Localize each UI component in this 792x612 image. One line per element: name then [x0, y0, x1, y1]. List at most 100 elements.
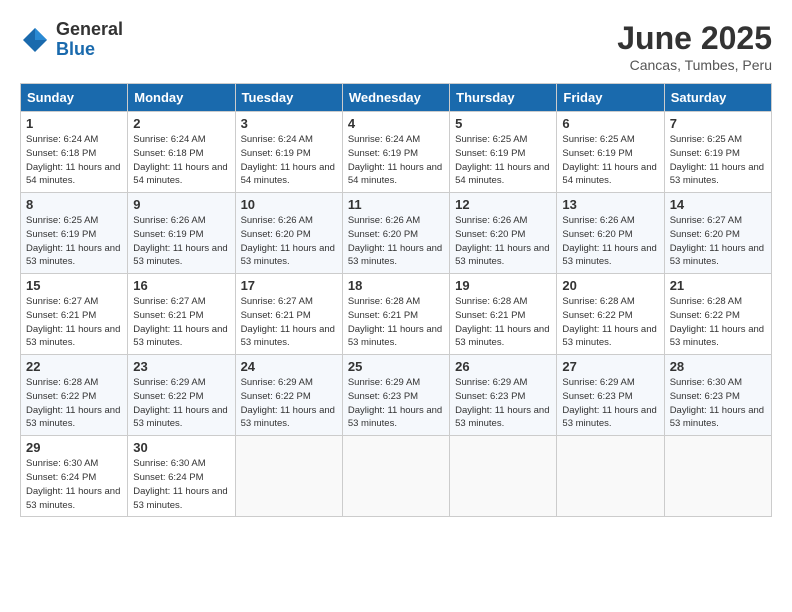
- title-area: June 2025 Cancas, Tumbes, Peru: [617, 20, 772, 73]
- sunset-label: Sunset: 6:22 PM: [670, 310, 740, 321]
- table-row: [557, 436, 664, 517]
- table-row: 22 Sunrise: 6:28 AM Sunset: 6:22 PM Dayl…: [21, 355, 128, 436]
- day-info: Sunrise: 6:29 AM Sunset: 6:23 PM Dayligh…: [562, 376, 658, 431]
- sunrise-label: Sunrise: 6:29 AM: [455, 377, 527, 388]
- sunset-label: Sunset: 6:19 PM: [241, 148, 311, 159]
- day-number: 15: [26, 278, 122, 293]
- calendar-table: Sunday Monday Tuesday Wednesday Thursday…: [20, 83, 772, 517]
- day-number: 12: [455, 197, 551, 212]
- day-info: Sunrise: 6:28 AM Sunset: 6:22 PM Dayligh…: [26, 376, 122, 431]
- daylight-label: Daylight: 11 hours and 54 minutes.: [241, 162, 335, 187]
- logo-general-text: General: [56, 20, 123, 40]
- day-number: 24: [241, 359, 337, 374]
- table-row: 12 Sunrise: 6:26 AM Sunset: 6:20 PM Dayl…: [450, 193, 557, 274]
- day-number: 1: [26, 116, 122, 131]
- day-number: 19: [455, 278, 551, 293]
- logo-text: General Blue: [56, 20, 123, 60]
- sunset-label: Sunset: 6:18 PM: [26, 148, 96, 159]
- day-number: 10: [241, 197, 337, 212]
- day-number: 29: [26, 440, 122, 455]
- sunset-label: Sunset: 6:19 PM: [562, 148, 632, 159]
- table-row: 14 Sunrise: 6:27 AM Sunset: 6:20 PM Dayl…: [664, 193, 771, 274]
- table-row: 28 Sunrise: 6:30 AM Sunset: 6:23 PM Dayl…: [664, 355, 771, 436]
- day-info: Sunrise: 6:29 AM Sunset: 6:23 PM Dayligh…: [455, 376, 551, 431]
- day-info: Sunrise: 6:25 AM Sunset: 6:19 PM Dayligh…: [670, 133, 766, 188]
- col-saturday: Saturday: [664, 84, 771, 112]
- sunset-label: Sunset: 6:19 PM: [348, 148, 418, 159]
- table-row: 20 Sunrise: 6:28 AM Sunset: 6:22 PM Dayl…: [557, 274, 664, 355]
- sunrise-label: Sunrise: 6:24 AM: [133, 134, 205, 145]
- sunrise-label: Sunrise: 6:24 AM: [348, 134, 420, 145]
- sunset-label: Sunset: 6:23 PM: [348, 391, 418, 402]
- day-info: Sunrise: 6:24 AM Sunset: 6:18 PM Dayligh…: [26, 133, 122, 188]
- day-info: Sunrise: 6:26 AM Sunset: 6:20 PM Dayligh…: [241, 214, 337, 269]
- day-info: Sunrise: 6:30 AM Sunset: 6:23 PM Dayligh…: [670, 376, 766, 431]
- table-row: 29 Sunrise: 6:30 AM Sunset: 6:24 PM Dayl…: [21, 436, 128, 517]
- calendar-subtitle: Cancas, Tumbes, Peru: [617, 57, 772, 73]
- calendar-week-row: 15 Sunrise: 6:27 AM Sunset: 6:21 PM Dayl…: [21, 274, 772, 355]
- table-row: 7 Sunrise: 6:25 AM Sunset: 6:19 PM Dayli…: [664, 112, 771, 193]
- day-number: 26: [455, 359, 551, 374]
- table-row: 24 Sunrise: 6:29 AM Sunset: 6:22 PM Dayl…: [235, 355, 342, 436]
- table-row: 6 Sunrise: 6:25 AM Sunset: 6:19 PM Dayli…: [557, 112, 664, 193]
- sunrise-label: Sunrise: 6:26 AM: [348, 215, 420, 226]
- calendar-week-row: 8 Sunrise: 6:25 AM Sunset: 6:19 PM Dayli…: [21, 193, 772, 274]
- table-row: 25 Sunrise: 6:29 AM Sunset: 6:23 PM Dayl…: [342, 355, 449, 436]
- table-row: 10 Sunrise: 6:26 AM Sunset: 6:20 PM Dayl…: [235, 193, 342, 274]
- table-row: 30 Sunrise: 6:30 AM Sunset: 6:24 PM Dayl…: [128, 436, 235, 517]
- sunset-label: Sunset: 6:18 PM: [133, 148, 203, 159]
- day-info: Sunrise: 6:26 AM Sunset: 6:20 PM Dayligh…: [348, 214, 444, 269]
- day-number: 17: [241, 278, 337, 293]
- table-row: 8 Sunrise: 6:25 AM Sunset: 6:19 PM Dayli…: [21, 193, 128, 274]
- sunset-label: Sunset: 6:20 PM: [348, 229, 418, 240]
- day-number: 27: [562, 359, 658, 374]
- day-number: 28: [670, 359, 766, 374]
- daylight-label: Daylight: 11 hours and 53 minutes.: [241, 324, 335, 349]
- table-row: 5 Sunrise: 6:25 AM Sunset: 6:19 PM Dayli…: [450, 112, 557, 193]
- daylight-label: Daylight: 11 hours and 53 minutes.: [26, 405, 120, 430]
- sunrise-label: Sunrise: 6:29 AM: [241, 377, 313, 388]
- day-number: 30: [133, 440, 229, 455]
- table-row: 17 Sunrise: 6:27 AM Sunset: 6:21 PM Dayl…: [235, 274, 342, 355]
- header: General Blue June 2025 Cancas, Tumbes, P…: [20, 20, 772, 73]
- day-info: Sunrise: 6:27 AM Sunset: 6:20 PM Dayligh…: [670, 214, 766, 269]
- sunset-label: Sunset: 6:19 PM: [26, 229, 96, 240]
- day-number: 5: [455, 116, 551, 131]
- day-info: Sunrise: 6:29 AM Sunset: 6:22 PM Dayligh…: [241, 376, 337, 431]
- table-row: [342, 436, 449, 517]
- daylight-label: Daylight: 11 hours and 53 minutes.: [241, 243, 335, 268]
- table-row: 19 Sunrise: 6:28 AM Sunset: 6:21 PM Dayl…: [450, 274, 557, 355]
- sunset-label: Sunset: 6:22 PM: [241, 391, 311, 402]
- sunrise-label: Sunrise: 6:25 AM: [562, 134, 634, 145]
- sunset-label: Sunset: 6:19 PM: [455, 148, 525, 159]
- sunrise-label: Sunrise: 6:26 AM: [562, 215, 634, 226]
- daylight-label: Daylight: 11 hours and 54 minutes.: [562, 162, 656, 187]
- day-number: 11: [348, 197, 444, 212]
- day-info: Sunrise: 6:28 AM Sunset: 6:22 PM Dayligh…: [562, 295, 658, 350]
- sunset-label: Sunset: 6:21 PM: [133, 310, 203, 321]
- daylight-label: Daylight: 11 hours and 53 minutes.: [670, 324, 764, 349]
- daylight-label: Daylight: 11 hours and 53 minutes.: [241, 405, 335, 430]
- day-info: Sunrise: 6:25 AM Sunset: 6:19 PM Dayligh…: [455, 133, 551, 188]
- table-row: 27 Sunrise: 6:29 AM Sunset: 6:23 PM Dayl…: [557, 355, 664, 436]
- sunrise-label: Sunrise: 6:29 AM: [348, 377, 420, 388]
- logo-icon: [20, 25, 50, 55]
- sunset-label: Sunset: 6:21 PM: [26, 310, 96, 321]
- sunset-label: Sunset: 6:21 PM: [241, 310, 311, 321]
- daylight-label: Daylight: 11 hours and 53 minutes.: [133, 486, 227, 511]
- day-info: Sunrise: 6:29 AM Sunset: 6:22 PM Dayligh…: [133, 376, 229, 431]
- calendar-header-row: Sunday Monday Tuesday Wednesday Thursday…: [21, 84, 772, 112]
- sunset-label: Sunset: 6:19 PM: [670, 148, 740, 159]
- daylight-label: Daylight: 11 hours and 53 minutes.: [133, 405, 227, 430]
- logo-blue-text: Blue: [56, 40, 123, 60]
- sunrise-label: Sunrise: 6:25 AM: [26, 215, 98, 226]
- day-number: 13: [562, 197, 658, 212]
- daylight-label: Daylight: 11 hours and 53 minutes.: [562, 243, 656, 268]
- day-info: Sunrise: 6:28 AM Sunset: 6:21 PM Dayligh…: [348, 295, 444, 350]
- sunrise-label: Sunrise: 6:24 AM: [241, 134, 313, 145]
- sunrise-label: Sunrise: 6:26 AM: [455, 215, 527, 226]
- sunrise-label: Sunrise: 6:27 AM: [670, 215, 742, 226]
- day-info: Sunrise: 6:28 AM Sunset: 6:22 PM Dayligh…: [670, 295, 766, 350]
- sunset-label: Sunset: 6:23 PM: [455, 391, 525, 402]
- daylight-label: Daylight: 11 hours and 53 minutes.: [348, 324, 442, 349]
